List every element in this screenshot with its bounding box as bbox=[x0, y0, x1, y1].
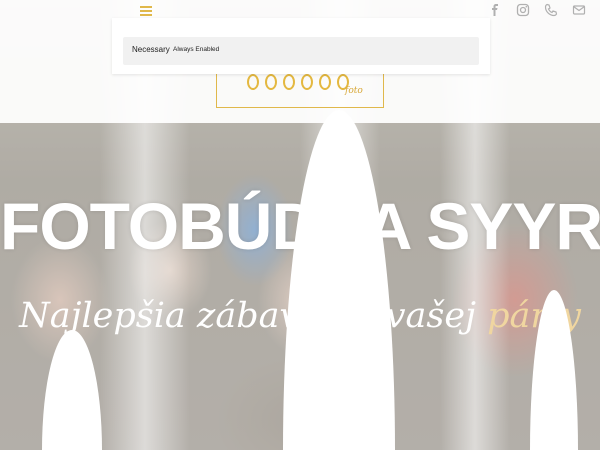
hamburger-menu-icon[interactable] bbox=[140, 4, 152, 16]
cookie-category-status: Always Enabled bbox=[173, 46, 220, 53]
logo-mark bbox=[247, 74, 349, 90]
cookie-category-label: Necessary bbox=[132, 45, 170, 54]
email-icon[interactable] bbox=[572, 3, 586, 17]
social-links bbox=[488, 3, 586, 17]
cookie-category-necessary[interactable]: Necessary Always Enabled bbox=[123, 37, 479, 65]
hero-subtitle-main: Najlepšia zábava na vašej bbox=[19, 296, 488, 336]
logo-wordmark: foto bbox=[345, 86, 363, 96]
facebook-icon[interactable] bbox=[488, 3, 502, 17]
cookie-preferences-panel: Necessary Always Enabled bbox=[112, 18, 490, 74]
instagram-icon[interactable] bbox=[516, 3, 530, 17]
phone-icon[interactable] bbox=[544, 3, 558, 17]
